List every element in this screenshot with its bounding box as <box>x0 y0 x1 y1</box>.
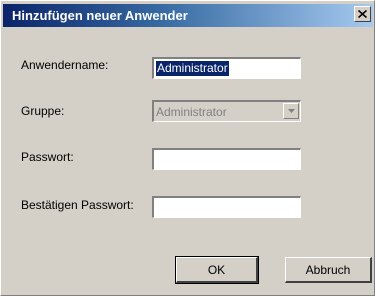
close-icon <box>358 10 367 18</box>
group-select[interactable]: Administrator <box>152 100 301 122</box>
username-field[interactable]: Administrator <box>152 57 301 79</box>
dialog-title: Hinzufügen neuer Anwender <box>12 8 188 23</box>
group-label: Gruppe: <box>21 104 65 118</box>
username-value: Administrator <box>156 61 229 76</box>
close-button[interactable] <box>354 6 371 22</box>
title-bar[interactable]: Hinzufügen neuer Anwender <box>3 4 373 27</box>
username-label: Anwendername: <box>21 58 109 72</box>
chevron-down-icon <box>287 109 295 113</box>
password-field[interactable] <box>152 148 301 170</box>
cancel-button[interactable]: Abbruch <box>285 257 372 283</box>
group-dropdown-button[interactable] <box>283 103 299 119</box>
confirm-password-field[interactable] <box>152 196 301 218</box>
confirm-password-label: Bestätigen Passwort: <box>21 198 134 212</box>
password-label: Passwort: <box>21 150 74 164</box>
group-value: Administrator <box>156 105 227 119</box>
add-user-dialog: Hinzufügen neuer Anwender Anwendername: … <box>0 0 375 296</box>
ok-button[interactable]: OK <box>175 256 259 284</box>
